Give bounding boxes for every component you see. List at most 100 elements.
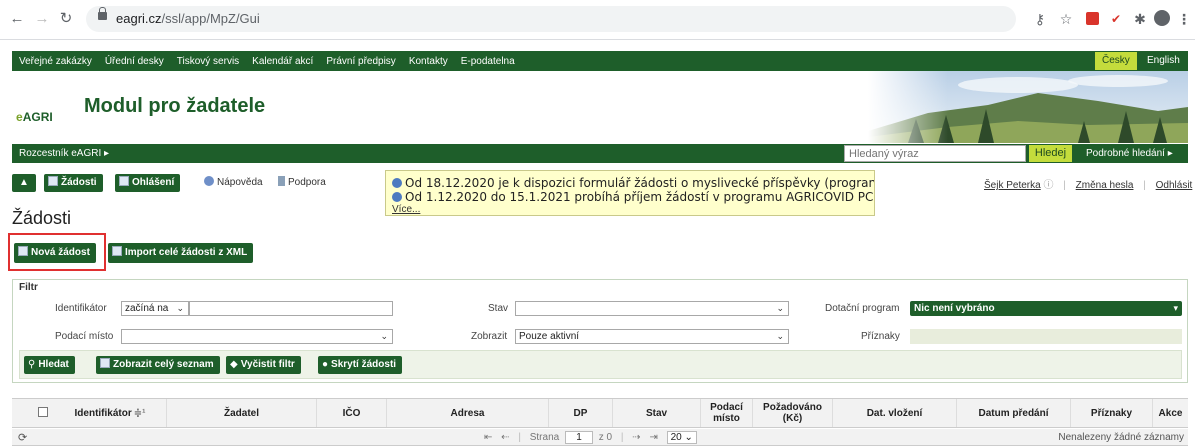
- separator: |: [620, 432, 624, 443]
- nav-uredni-desky[interactable]: Úřední desky: [105, 56, 164, 67]
- identifikator-label: Identifikátor: [55, 303, 107, 314]
- col-stav[interactable]: Stav: [612, 399, 700, 427]
- zobrazit-value: Pouze aktivní: [519, 331, 580, 342]
- user-name-link[interactable]: Šejk Peterka: [984, 180, 1041, 191]
- col-zadatel[interactable]: Žadatel: [166, 399, 316, 427]
- nav-pravni-predpisy[interactable]: Právní předpisy: [326, 56, 395, 67]
- hide-icon: ●: [322, 359, 329, 370]
- browser-chrome: ← → ↻ eagri.cz/ssl/app/MpZ/Gui ⚷ ☆ ✔ ✱ ⋮: [0, 0, 1195, 40]
- col-identifikator-label: Identifikátor: [74, 407, 132, 419]
- forward-icon[interactable]: →: [33, 10, 51, 28]
- identifikator-mode-select[interactable]: začíná na ⌄: [121, 301, 189, 316]
- nav-verejne-zakazky[interactable]: Veřejné zakázky: [19, 56, 92, 67]
- reload-icon[interactable]: ↻: [57, 10, 75, 28]
- help-label: Nápověda: [217, 177, 263, 188]
- nav-kontakty[interactable]: Kontakty: [409, 56, 448, 67]
- nav-e-podatelna[interactable]: E-podatelna: [461, 56, 515, 67]
- chevron-down-icon: ⌄: [684, 432, 693, 443]
- sort-icon[interactable]: ≑¹: [134, 408, 146, 419]
- logout-link[interactable]: Odhlásit: [1156, 180, 1193, 191]
- separator: |: [518, 432, 521, 443]
- help-link[interactable]: Nápověda: [204, 176, 263, 188]
- select-all-checkbox[interactable]: [38, 407, 48, 417]
- col-ico[interactable]: IČO: [316, 399, 386, 427]
- lang-english[interactable]: English: [1147, 55, 1180, 66]
- show-full-list-label: Zobrazit celý seznam: [113, 359, 214, 370]
- book-icon: [278, 176, 285, 186]
- page-number-input[interactable]: 1: [564, 431, 593, 444]
- stav-select[interactable]: ⌄: [515, 301, 789, 316]
- advanced-search-link[interactable]: Podrobné hledání ▸: [1086, 148, 1173, 159]
- lang-czech[interactable]: Česky: [1095, 52, 1137, 70]
- eagri-logo[interactable]: eAGRI: [16, 110, 53, 124]
- support-label: Podpora: [288, 177, 326, 188]
- refresh-icon[interactable]: ⟳: [18, 431, 27, 444]
- zobrazit-select[interactable]: Pouze aktivní ⌄: [515, 329, 789, 344]
- filter-title: Filtr: [19, 282, 38, 293]
- change-password-link[interactable]: Změna hesla: [1076, 180, 1134, 191]
- support-link[interactable]: Podpora: [278, 176, 326, 188]
- back-icon[interactable]: ←: [8, 10, 26, 28]
- col-datum-predani[interactable]: Datum předání: [956, 399, 1070, 427]
- collapse-button[interactable]: ▲: [12, 174, 36, 192]
- identifikator-mode-value: začíná na: [125, 303, 169, 314]
- pocket-extension-icon[interactable]: ✔: [1106, 10, 1126, 28]
- url-path: /ssl/app/MpZ/Gui: [161, 11, 260, 26]
- help-icon: [204, 176, 214, 186]
- user-info-icon[interactable]: ⓘ: [1043, 180, 1053, 191]
- zobrazit-label: Zobrazit: [471, 331, 508, 342]
- podaci-misto-label: Podací místo: [55, 331, 114, 342]
- logo-text: AGRI: [22, 110, 53, 124]
- profile-avatar-icon[interactable]: [1152, 10, 1172, 28]
- hledat-label: Hledat: [38, 359, 69, 370]
- hledat-button[interactable]: ⚲ Hledat: [24, 356, 75, 374]
- table-footer: ⟳ ⇤ ⇠ | Strana 1 z 0 | ⇢ ⇥ 20 ⌄ Nenaleze…: [12, 429, 1188, 446]
- extensions-icon[interactable]: ✱: [1130, 10, 1150, 28]
- import-xml-label: Import celé žádosti z XML: [125, 247, 248, 258]
- address-bar[interactable]: eagri.cz/ssl/app/MpZ/Gui: [86, 6, 1016, 32]
- sub-navigation: Rozcestník eAGRI ▸ Hledej Podrobné hledá…: [12, 144, 1188, 163]
- dotacni-program-select[interactable]: Nic není vybráno ▾: [910, 301, 1182, 316]
- hide-requests-button[interactable]: ● Skrytí žádosti: [318, 356, 403, 374]
- stav-label: Stav: [488, 303, 509, 314]
- pdf-extension-icon[interactable]: [1082, 10, 1102, 28]
- first-page-icon[interactable]: ⇤: [484, 432, 492, 443]
- col-dp[interactable]: DP: [548, 399, 612, 427]
- last-page-icon[interactable]: ⇥: [649, 432, 657, 443]
- show-full-list-button[interactable]: Zobrazit celý seznam: [96, 356, 220, 374]
- ohlaseni-button[interactable]: Ohlášení: [115, 174, 181, 192]
- hide-requests-label: Skrytí žádosti: [331, 359, 397, 370]
- col-priznaky[interactable]: Příznaky: [1070, 399, 1152, 427]
- zadosti-button[interactable]: Žádosti: [44, 174, 103, 192]
- site-search-input[interactable]: [844, 145, 1026, 162]
- prev-page-icon[interactable]: ⇠: [501, 432, 509, 443]
- nav-kalendar-akci[interactable]: Kalendář akcí: [252, 56, 313, 67]
- col-adresa[interactable]: Adresa: [386, 399, 548, 427]
- rozcestnik-link[interactable]: Rozcestník eAGRI ▸: [19, 148, 109, 159]
- star-icon[interactable]: ☆: [1056, 10, 1076, 28]
- col-pozadovano[interactable]: Požadováno (Kč): [752, 399, 832, 427]
- priznaky-field[interactable]: [910, 329, 1182, 344]
- chevron-down-icon: ⌄: [776, 303, 784, 313]
- top-navigation: Veřejné zakázky Úřední desky Tiskový servi…: [12, 51, 1188, 71]
- dotacni-program-label: Dotační program: [825, 303, 900, 314]
- import-xml-button[interactable]: Import celé žádosti z XML: [108, 243, 254, 263]
- col-identifikator[interactable]: Identifikátor ≑¹: [54, 399, 166, 427]
- chevron-down-icon: ⌄: [776, 331, 784, 341]
- col-podaci-misto[interactable]: Podací místo: [700, 399, 752, 427]
- podaci-misto-select[interactable]: ⌄: [121, 329, 393, 344]
- menu-kebab-icon[interactable]: ⋮: [1174, 10, 1194, 28]
- col-dat-vlozeni[interactable]: Dat. vložení: [832, 399, 956, 427]
- table-header: Identifikátor ≑¹ Žadatel IČO Adresa DP St…: [12, 398, 1188, 428]
- identifikator-input[interactable]: [189, 301, 393, 316]
- clear-filter-button[interactable]: ◆ Vyčistit filtr: [226, 356, 301, 374]
- nav-tiskovy-servis[interactable]: Tiskový servis: [177, 56, 239, 67]
- col-akce[interactable]: Akce: [1152, 399, 1188, 427]
- page-title: Žádosti: [12, 208, 72, 228]
- eraser-icon: ◆: [230, 359, 238, 370]
- search-button[interactable]: Hledej: [1029, 145, 1072, 162]
- more-link[interactable]: Více...: [392, 204, 870, 215]
- per-page-select[interactable]: 20 ⌄: [666, 431, 697, 444]
- key-icon[interactable]: ⚷: [1030, 10, 1050, 28]
- next-page-icon[interactable]: ⇢: [632, 432, 640, 443]
